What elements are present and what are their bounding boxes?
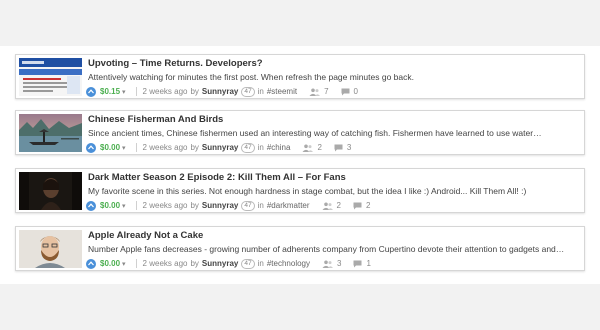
by-label: by: [190, 259, 199, 268]
voters-count-value: 2: [336, 201, 341, 210]
reputation-badge: 47: [241, 258, 255, 269]
tag-link[interactable]: #steemit: [267, 87, 297, 96]
post-meta: $0.00 ▾ 2 weeks ago by Sunnyray 47 in #c…: [86, 142, 351, 153]
divider: [135, 259, 137, 268]
payout-dropdown-caret-icon[interactable]: ▾: [122, 202, 126, 210]
author-link[interactable]: Sunnyray: [202, 201, 238, 210]
tag-link[interactable]: #technology: [267, 259, 310, 268]
post-card[interactable]: Dark Matter Season 2 Episode 2: Kill The…: [15, 168, 585, 213]
upvote-chevron-icon[interactable]: [86, 142, 96, 153]
post-card[interactable]: Apple Already Not a Cake Number Apple fa…: [15, 226, 585, 271]
post-card[interactable]: Upvoting – Time Returns. Developers? Att…: [15, 54, 585, 99]
by-label: by: [190, 87, 199, 96]
voters-count[interactable]: 2: [322, 201, 341, 210]
by-label: by: [190, 143, 199, 152]
post-meta: $0.00 ▾ 2 weeks ago by Sunnyray 47 in #t…: [86, 258, 371, 269]
voters-count[interactable]: 3: [322, 259, 341, 268]
comments-count[interactable]: 3: [334, 143, 351, 152]
reputation-badge: 47: [241, 142, 255, 153]
voters-count[interactable]: 7: [309, 87, 329, 96]
comments-count-value: 3: [346, 143, 352, 152]
post-card[interactable]: Chinese Fisherman And Birds Since ancien…: [15, 110, 585, 155]
in-label: in: [257, 201, 264, 210]
voters-count-value: 2: [317, 143, 322, 152]
upvote-chevron-icon[interactable]: [86, 200, 96, 211]
divider: [135, 201, 137, 210]
post-description: My favorite scene in this series. Not en…: [88, 186, 527, 196]
payout-value[interactable]: $0.00: [100, 259, 120, 268]
payout-value[interactable]: $0.15: [100, 87, 120, 96]
screenshot-thumbnail[interactable]: [19, 58, 82, 96]
post-meta: $0.00 ▾ 2 weeks ago by Sunnyray 47 in #d…: [86, 200, 370, 211]
comment-bubble-icon: [341, 88, 350, 95]
in-label: in: [257, 87, 264, 96]
in-label: in: [257, 259, 264, 268]
author-link[interactable]: Sunnyray: [202, 143, 238, 152]
dark-scene-thumbnail[interactable]: [19, 172, 82, 210]
post-age[interactable]: 2 weeks ago: [143, 259, 188, 268]
divider: [135, 87, 137, 96]
post-meta: $0.15 ▾ 2 weeks ago by Sunnyray 47 in #s…: [86, 86, 358, 97]
fisherman-photo-thumbnail[interactable]: [19, 114, 82, 152]
author-link[interactable]: Sunnyray: [202, 87, 238, 96]
voters-count-value: 3: [337, 259, 342, 268]
reputation-badge: 47: [241, 200, 255, 211]
reputation-badge: 47: [241, 86, 255, 97]
in-label: in: [257, 143, 264, 152]
post-title[interactable]: Upvoting – Time Returns. Developers?: [88, 58, 263, 69]
voters-icon: [322, 202, 333, 210]
voters-icon: [309, 88, 321, 96]
comment-bubble-icon: [353, 260, 362, 267]
voters-icon: [302, 144, 314, 152]
comments-count[interactable]: 2: [353, 201, 370, 210]
post-title[interactable]: Dark Matter Season 2 Episode 2: Kill The…: [88, 172, 346, 183]
upvote-chevron-icon[interactable]: [86, 258, 96, 269]
upvote-chevron-icon[interactable]: [86, 86, 96, 97]
post-description: Number Apple fans decreases - growing nu…: [88, 244, 565, 254]
post-title[interactable]: Chinese Fisherman And Birds: [88, 114, 223, 125]
tag-link[interactable]: #china: [267, 143, 291, 152]
payout-dropdown-caret-icon[interactable]: ▾: [122, 260, 126, 268]
post-description: Since ancient times, Chinese fishermen u…: [88, 128, 542, 138]
voters-count[interactable]: 2: [302, 143, 322, 152]
voters-count-value: 7: [324, 87, 329, 96]
by-label: by: [190, 201, 199, 210]
payout-value[interactable]: $0.00: [100, 201, 120, 210]
post-age[interactable]: 2 weeks ago: [143, 143, 188, 152]
post-description: Attentively watching for minutes the fir…: [88, 72, 414, 82]
comments-count-value: 2: [366, 201, 371, 210]
post-age[interactable]: 2 weeks ago: [143, 201, 188, 210]
payout-dropdown-caret-icon[interactable]: ▾: [122, 144, 126, 152]
post-list-panel: Upvoting – Time Returns. Developers? Att…: [0, 46, 600, 284]
comment-bubble-icon: [334, 144, 343, 151]
payout-dropdown-caret-icon[interactable]: ▾: [122, 88, 126, 96]
comments-count-value: 0: [353, 87, 358, 96]
comments-count[interactable]: 0: [341, 87, 358, 96]
voters-icon: [322, 260, 334, 268]
post-age[interactable]: 2 weeks ago: [143, 87, 188, 96]
comments-count-value: 1: [366, 259, 371, 268]
post-title[interactable]: Apple Already Not a Cake: [88, 230, 203, 241]
comment-bubble-icon: [353, 202, 362, 209]
author-link[interactable]: Sunnyray: [202, 259, 238, 268]
portrait-photo-thumbnail[interactable]: [19, 230, 82, 268]
tag-link[interactable]: #darkmatter: [267, 201, 310, 210]
comments-count[interactable]: 1: [353, 259, 371, 268]
divider: [135, 143, 137, 152]
payout-value[interactable]: $0.00: [100, 143, 120, 152]
